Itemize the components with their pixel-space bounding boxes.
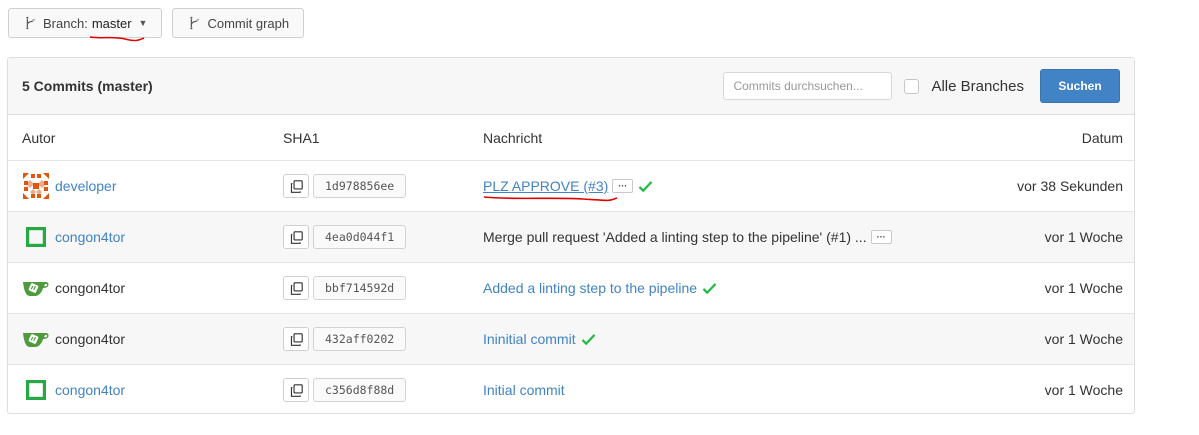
commit-graph-button[interactable]: Commit graph bbox=[172, 8, 305, 38]
table-row: congon4tor 4ea0d044f1 Merge pull request… bbox=[8, 211, 1134, 263]
sha-cell: 4ea0d044f1 bbox=[283, 225, 483, 249]
gitea-logo-icon bbox=[22, 325, 50, 353]
identicon-avatar[interactable] bbox=[22, 172, 50, 200]
expand-message-button[interactable]: ··· bbox=[612, 179, 634, 193]
red-underline-annotation bbox=[89, 36, 145, 42]
branch-selector-button[interactable]: Branch: master ▼ bbox=[8, 8, 163, 42]
commit-message-link[interactable]: Added a linting step to the pipeline bbox=[483, 280, 697, 296]
copy-icon[interactable] bbox=[283, 225, 309, 249]
commit-author: congon4tor bbox=[22, 325, 283, 353]
table-row: congon4tor 432aff0202 Ininitial commit v… bbox=[8, 313, 1134, 365]
commit-message-link[interactable]: PLZ APPROVE (#3) bbox=[483, 178, 608, 194]
toolbar: Branch: master ▼ Commit graph bbox=[8, 8, 305, 42]
commit-message: Ininitial commit bbox=[483, 331, 913, 347]
search-button[interactable]: Suchen bbox=[1040, 69, 1120, 103]
author-name: congon4tor bbox=[55, 331, 126, 347]
commit-sha-button[interactable]: c356d8f88d bbox=[313, 378, 407, 402]
sha-header: SHA1 bbox=[283, 115, 483, 161]
all-branches-checkbox[interactable] bbox=[904, 78, 920, 94]
commit-message: PLZ APPROVE (#3) ··· bbox=[483, 178, 913, 202]
green-square-avatar[interactable] bbox=[22, 376, 50, 404]
author-header: Autor bbox=[8, 115, 283, 161]
branch-icon bbox=[23, 16, 37, 30]
commit-message-text[interactable]: Merge pull request 'Added a linting step… bbox=[483, 229, 867, 245]
commits-panel-header: 5 Commits (master) Alle Branches Suchen bbox=[8, 58, 1134, 115]
commit-date: vor 1 Woche bbox=[913, 262, 1134, 314]
commit-sha-button[interactable]: 432aff0202 bbox=[313, 327, 407, 351]
sha-cell: 1d978856ee bbox=[283, 174, 483, 198]
table-row: developer 1d978856ee PLZ APPROVE (#3) ··… bbox=[8, 160, 1134, 212]
sha-cell: bbf714592d bbox=[283, 276, 483, 300]
commit-author: congon4tor bbox=[22, 274, 283, 302]
commit-author: congon4tor bbox=[22, 223, 283, 251]
commit-graph-icon bbox=[187, 16, 201, 30]
green-square-avatar[interactable] bbox=[22, 223, 50, 251]
commit-message: Merge pull request 'Added a linting step… bbox=[483, 229, 913, 245]
commit-author: developer bbox=[22, 172, 283, 200]
author-link[interactable]: developer bbox=[55, 178, 117, 194]
all-branches-label[interactable]: Alle Branches bbox=[931, 78, 1024, 95]
commits-table: Autor SHA1 Nachricht Datum developer 1d9… bbox=[8, 115, 1134, 415]
commit-message: Initial commit bbox=[483, 382, 913, 398]
commit-date: vor 1 Woche bbox=[913, 313, 1134, 365]
expand-message-button[interactable]: ··· bbox=[870, 230, 892, 244]
sha-cell: 432aff0202 bbox=[283, 327, 483, 351]
commit-author: congon4tor bbox=[22, 376, 283, 404]
check-icon[interactable] bbox=[581, 333, 596, 346]
commit-sha-button[interactable]: bbf714592d bbox=[313, 276, 407, 300]
commit-date: vor 38 Sekunden bbox=[913, 160, 1134, 212]
table-row: congon4tor c356d8f88d Initial commit vor… bbox=[8, 365, 1134, 416]
commit-date: vor 1 Woche bbox=[1044, 382, 1123, 398]
copy-icon[interactable] bbox=[283, 327, 309, 351]
table-header-row: Autor SHA1 Nachricht Datum bbox=[8, 115, 1134, 161]
commit-date: vor 1 Woche bbox=[913, 211, 1134, 263]
branch-value: master bbox=[91, 15, 132, 31]
branch-label: Branch: bbox=[43, 15, 88, 31]
message-header: Nachricht bbox=[483, 115, 913, 161]
commit-graph-label: Commit graph bbox=[207, 15, 290, 31]
author-link[interactable]: congon4tor bbox=[55, 382, 125, 398]
commit-message-link[interactable]: Initial commit bbox=[483, 382, 565, 398]
search-controls: Alle Branches Suchen bbox=[723, 69, 1120, 103]
check-icon[interactable] bbox=[702, 282, 717, 295]
gitea-logo-icon bbox=[22, 274, 50, 302]
commit-sha-button[interactable]: 1d978856ee bbox=[313, 174, 407, 198]
commit-search-input[interactable] bbox=[723, 72, 893, 100]
commit-message: Added a linting step to the pipeline bbox=[483, 280, 913, 296]
table-row: congon4tor bbf714592d Added a linting st… bbox=[8, 262, 1134, 314]
red-underline-annotation bbox=[483, 196, 618, 202]
commit-sha-button[interactable]: 4ea0d044f1 bbox=[313, 225, 407, 249]
commits-title: 5 Commits (master) bbox=[22, 78, 153, 94]
sha-cell: c356d8f88d bbox=[283, 378, 483, 402]
date-header: Datum bbox=[913, 115, 1134, 161]
copy-icon[interactable] bbox=[283, 174, 309, 198]
commits-panel: 5 Commits (master) Alle Branches Suchen … bbox=[7, 57, 1135, 414]
copy-icon[interactable] bbox=[283, 276, 309, 300]
chevron-down-icon: ▼ bbox=[138, 18, 148, 28]
check-icon[interactable] bbox=[638, 180, 653, 193]
copy-icon[interactable] bbox=[283, 378, 309, 402]
author-name: congon4tor bbox=[55, 280, 126, 296]
commit-message-link[interactable]: Ininitial commit bbox=[483, 331, 576, 347]
author-link[interactable]: congon4tor bbox=[55, 229, 125, 245]
